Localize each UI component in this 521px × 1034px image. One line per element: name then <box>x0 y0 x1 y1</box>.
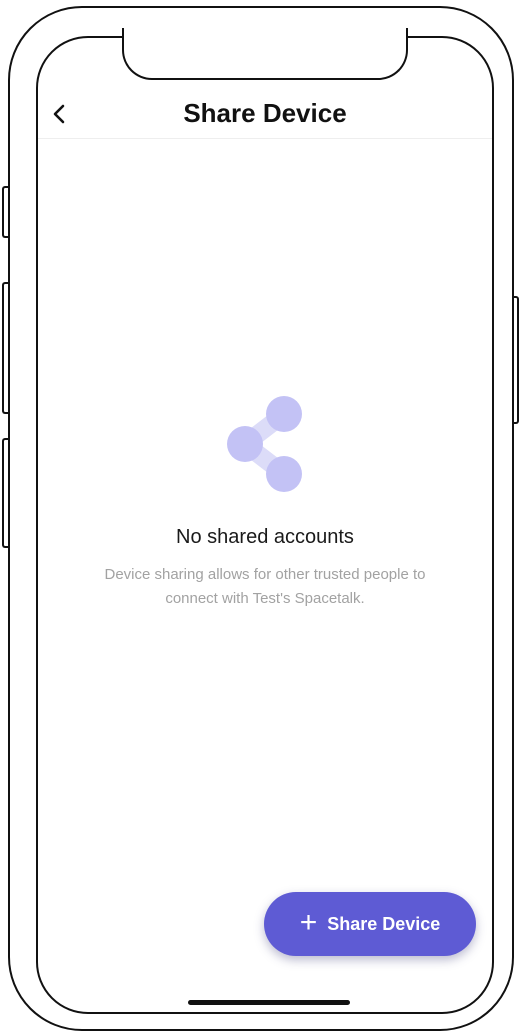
home-indicator[interactable] <box>188 1000 350 1005</box>
phone-mockup: Share Device No shared accounts Device s… <box>0 0 521 1034</box>
page-title: Share Device <box>183 98 347 128</box>
share-icon <box>227 396 302 492</box>
phone-notch <box>122 28 408 80</box>
empty-state-title: No shared accounts <box>176 526 354 548</box>
app-header: Share Device <box>38 90 492 139</box>
share-device-button-label: Share Device <box>327 913 441 934</box>
empty-state: No shared accounts Device sharing allows… <box>38 394 492 611</box>
plus-icon: + <box>299 905 318 939</box>
phone-screen: Share Device No shared accounts Device s… <box>36 36 494 1014</box>
empty-state-description: Device sharing allows for other trusted … <box>104 566 426 607</box>
share-device-button[interactable]: + Share Device <box>264 892 476 956</box>
